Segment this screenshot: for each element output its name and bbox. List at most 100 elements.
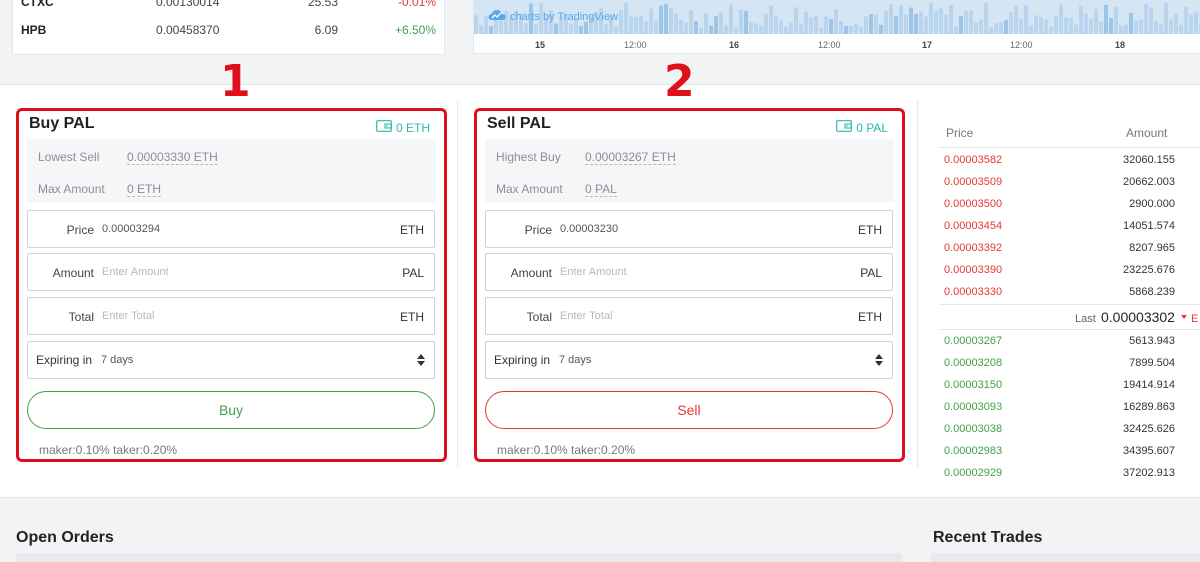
order-price: 0.00003208 xyxy=(944,357,1003,369)
sell-expiry-select[interactable]: Expiring in 7 days xyxy=(485,341,893,379)
order-price: 0.00003392 xyxy=(944,242,1003,254)
order-price: 0.00003454 xyxy=(944,220,1003,232)
market-price: 0.00458370 xyxy=(156,23,220,37)
order-price: 0.00002929 xyxy=(944,467,1003,479)
amount-unit: PAL xyxy=(402,266,424,280)
volume-bar xyxy=(1169,19,1173,34)
lowest-sell-value[interactable]: 0.00003330 ETH xyxy=(127,150,218,165)
max-amount-value[interactable]: 0 ETH xyxy=(127,182,162,197)
volume-bar xyxy=(524,23,528,34)
volume-bar xyxy=(579,25,583,34)
volume-bar xyxy=(884,10,888,34)
time-axis: 15 12:00 16 12:00 17 12:00 18 xyxy=(474,36,1200,54)
volume-bar xyxy=(1074,24,1078,34)
order-book-row[interactable]: 0.00003208 7899.504 xyxy=(940,352,1200,374)
buy-button[interactable]: Buy xyxy=(27,391,435,429)
price-header: Price xyxy=(946,126,974,140)
sell-wallet-balance[interactable]: 0 PAL xyxy=(836,120,888,135)
volume-bar xyxy=(914,13,918,34)
volume-bar xyxy=(1064,17,1068,34)
volume-bar xyxy=(779,20,783,34)
price-unit: ETH xyxy=(400,223,424,237)
volume-bar xyxy=(984,3,988,34)
order-book-row[interactable]: 0.00003330 5868.239 xyxy=(940,281,1200,303)
volume-bar xyxy=(1159,24,1163,34)
max-amount-value[interactable]: 0 PAL xyxy=(585,182,617,197)
buy-expiry-select[interactable]: Expiring in 7 days xyxy=(27,341,435,379)
volume-bar xyxy=(894,16,898,34)
sell-total-field[interactable]: Total Enter Total ETH xyxy=(485,297,893,335)
open-orders-header-bar xyxy=(16,553,902,562)
volume-bar xyxy=(809,17,813,34)
lowest-sell-label: Lowest Sell xyxy=(38,150,100,164)
volume-bar xyxy=(719,12,723,34)
volume-bar xyxy=(964,10,968,34)
volume-bar xyxy=(1039,17,1043,34)
order-book-row[interactable]: 0.00003582 32060.155 xyxy=(940,149,1200,171)
order-book-row[interactable]: 0.00002983 34395.607 xyxy=(940,440,1200,462)
volume-bar xyxy=(764,14,768,34)
top-strip: CTXC 0.00130014 25.53 -0.01% HPB 0.00458… xyxy=(0,0,1200,62)
order-book-row[interactable]: 0.00002929 37202.913 xyxy=(940,462,1200,484)
order-book-row[interactable]: 0.00003509 20662.003 xyxy=(940,171,1200,193)
volume-bar xyxy=(1114,7,1118,34)
total-input[interactable]: Enter Total xyxy=(560,310,612,322)
sell-amount-field[interactable]: Amount Enter Amount PAL xyxy=(485,253,893,291)
volume-bar xyxy=(1179,24,1183,34)
buy-price-field[interactable]: Price 0.00003294 ETH xyxy=(27,210,435,248)
order-book-row[interactable]: 0.00003267 5613.943 xyxy=(940,330,1200,352)
highest-buy-value[interactable]: 0.00003267 ETH xyxy=(585,150,676,165)
buy-amount-field[interactable]: Amount Enter Amount PAL xyxy=(27,253,435,291)
tradingview-logo[interactable]: charts by TradingView xyxy=(488,9,618,24)
updown-arrows-icon xyxy=(875,352,883,368)
price-chart[interactable]: charts by TradingView 15 12:00 16 12:00 … xyxy=(473,0,1200,54)
total-input[interactable]: Enter Total xyxy=(102,310,154,322)
price-input[interactable]: 0.00003230 xyxy=(560,223,618,235)
volume-bar xyxy=(554,23,558,34)
buy-total-field[interactable]: Total Enter Total ETH xyxy=(27,297,435,335)
market-row[interactable]: HPB 0.00458370 6.09 +6.50% xyxy=(13,20,446,40)
order-amount: 23225.676 xyxy=(1123,264,1175,276)
volume-bar xyxy=(699,27,703,34)
order-price: 0.00003390 xyxy=(944,264,1003,276)
volume-bar xyxy=(664,3,668,34)
volume-bar xyxy=(1124,24,1128,34)
volume-bar xyxy=(1174,13,1178,34)
time-tick: 16 xyxy=(729,40,740,50)
order-book-row[interactable]: 0.00003093 16289.863 xyxy=(940,396,1200,418)
sell-price-field[interactable]: Price 0.00003230 ETH xyxy=(485,210,893,248)
order-book: Price Amount 0.00003582 32060.155 0.000035… xyxy=(940,118,1200,486)
wallet-amount: 0 ETH xyxy=(395,120,430,135)
amount-input[interactable]: Enter Amount xyxy=(560,266,627,278)
market-row[interactable]: CTXC 0.00130014 25.53 -0.01% xyxy=(13,0,446,12)
panel-divider xyxy=(457,100,458,468)
volume-bar xyxy=(879,24,883,34)
volume-bar xyxy=(644,21,648,34)
price-input[interactable]: 0.00003294 xyxy=(102,223,160,235)
volume-bar xyxy=(849,25,853,34)
order-amount: 5868.239 xyxy=(1129,286,1175,298)
order-book-row[interactable]: 0.00003038 32425.626 xyxy=(940,418,1200,440)
market-change: -0.01% xyxy=(397,0,436,9)
order-book-row[interactable]: 0.00003390 23225.676 xyxy=(940,259,1200,281)
volume-bar xyxy=(804,11,808,34)
volume-bar xyxy=(679,19,683,34)
volume-bar xyxy=(1024,4,1028,34)
order-amount: 20662.003 xyxy=(1123,176,1175,188)
sell-button[interactable]: Sell xyxy=(485,391,893,429)
time-tick: 12:00 xyxy=(624,40,647,50)
amount-input[interactable]: Enter Amount xyxy=(102,266,169,278)
buy-wallet-balance[interactable]: 0 ETH xyxy=(376,120,430,135)
market-price: 0.00130014 xyxy=(156,0,220,9)
expiring-label: Expiring in xyxy=(494,353,551,367)
order-book-row[interactable]: 0.00003500 2900.000 xyxy=(940,193,1200,215)
market-symbol: HPB xyxy=(21,23,47,37)
volume-bar xyxy=(959,15,963,34)
market-volume: 6.09 xyxy=(314,23,338,37)
volume-bar xyxy=(659,5,663,34)
order-book-row[interactable]: 0.00003454 14051.574 xyxy=(940,215,1200,237)
order-book-row[interactable]: 0.00003150 19414.914 xyxy=(940,374,1200,396)
tradingview-text: charts by TradingView xyxy=(510,10,619,23)
order-book-row[interactable]: 0.00003392 8207.965 xyxy=(940,237,1200,259)
time-tick: 18 xyxy=(1115,40,1126,50)
